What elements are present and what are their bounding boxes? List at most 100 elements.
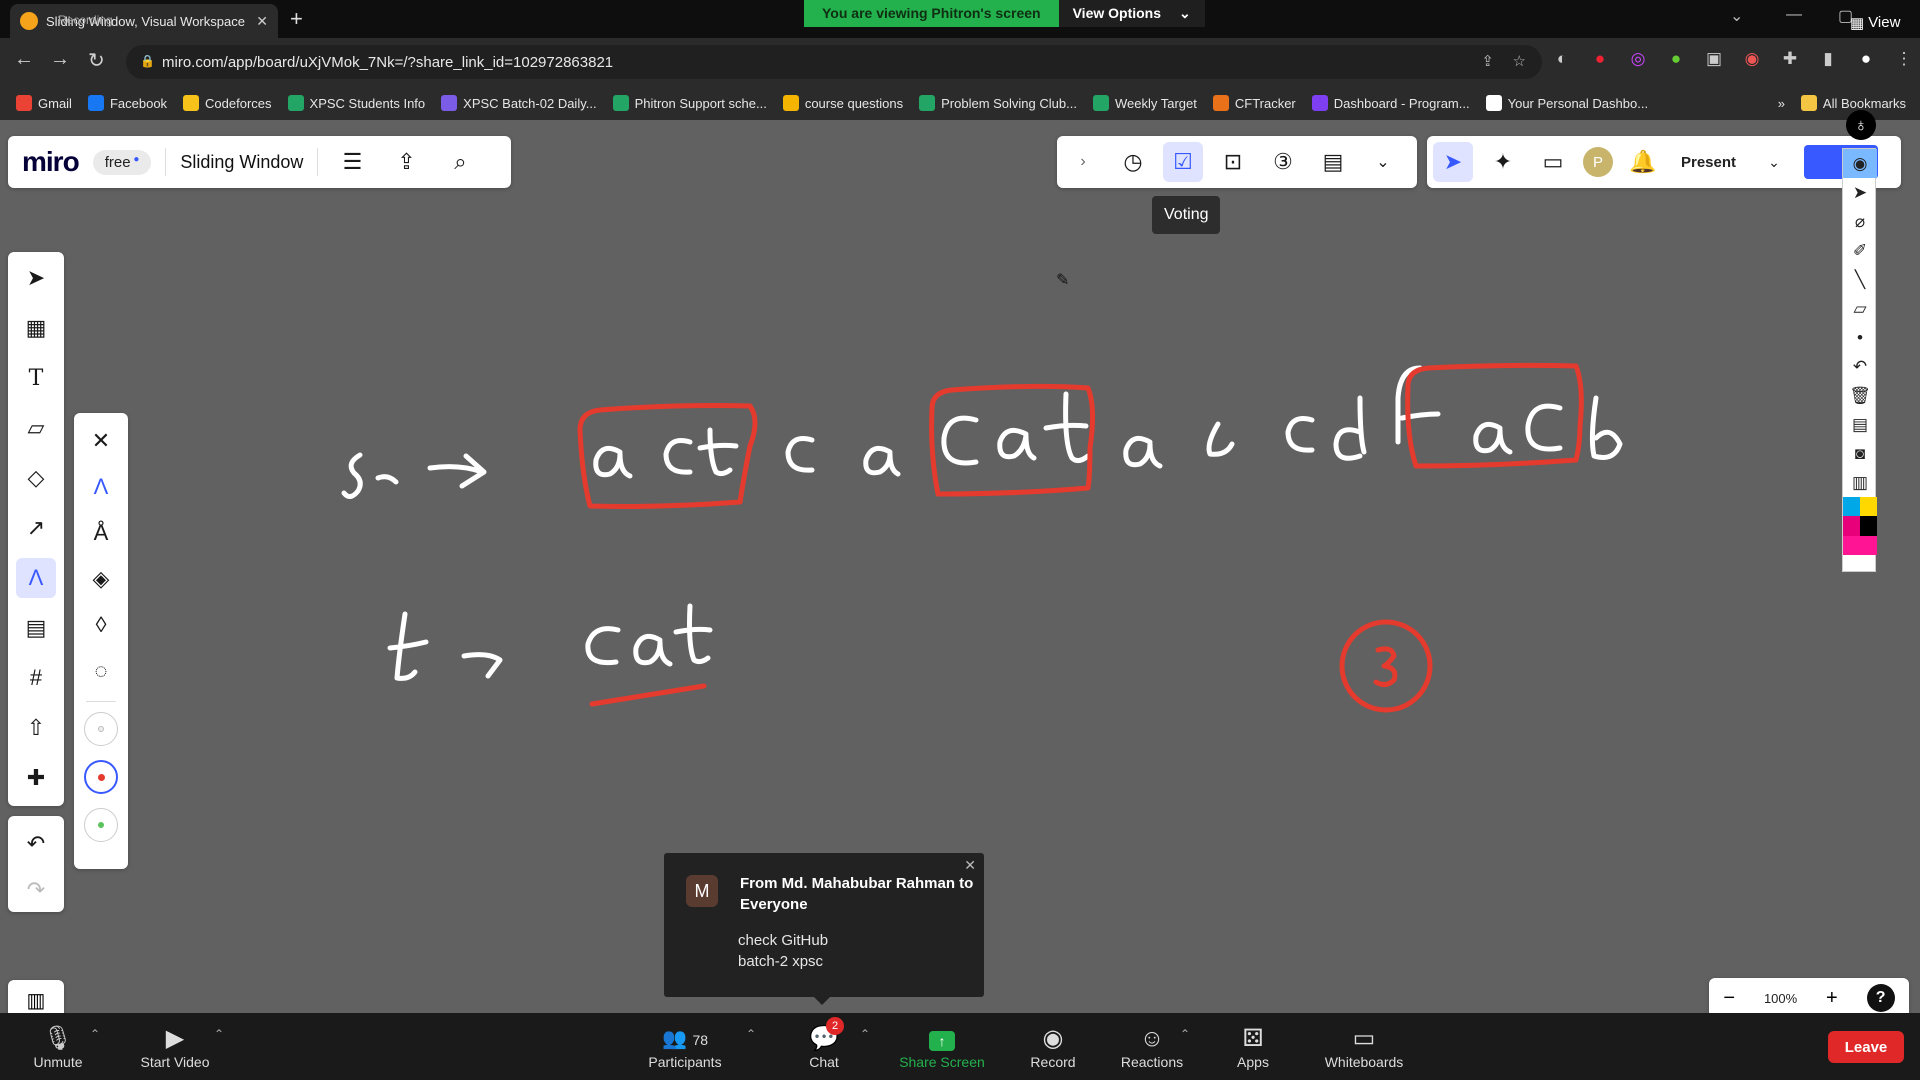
- star-icon[interactable]: ☆: [1513, 52, 1526, 70]
- share-icon[interactable]: ⇪: [1481, 52, 1494, 70]
- present-options-icon[interactable]: ⌄: [1754, 142, 1794, 182]
- cursor-follow-icon[interactable]: ➤: [1433, 142, 1473, 182]
- browser-tab[interactable]: Sliding Window, Visual Workspace f ✕: [10, 4, 278, 38]
- extension-icon[interactable]: ▣: [1702, 49, 1726, 69]
- select-icon[interactable]: ➤: [16, 258, 56, 298]
- trash-icon[interactable]: 🗑: [1843, 381, 1877, 410]
- chevron-down-icon[interactable]: ⌄: [1730, 6, 1743, 26]
- comment-icon[interactable]: ▤: [16, 608, 56, 648]
- forward-icon[interactable]: →: [50, 48, 70, 71]
- camera-icon[interactable]: ◙: [1843, 439, 1877, 468]
- export-icon[interactable]: ⇪: [386, 142, 426, 182]
- bookmark-item[interactable]: course questions: [782, 95, 903, 111]
- draw-icon[interactable]: ╲: [1843, 265, 1877, 294]
- reload-icon[interactable]: ↻: [88, 48, 105, 73]
- share-screen-button[interactable]: ↑ Share Screen: [892, 1013, 992, 1080]
- all-bookmarks-button[interactable]: All Bookmarks: [1800, 95, 1906, 111]
- whiteboards-button[interactable]: ▭ Whiteboards: [1316, 1013, 1412, 1080]
- bring-to-me-icon[interactable]: ⊡: [1213, 142, 1253, 182]
- bookmark-item[interactable]: Your Personal Dashbo...: [1485, 95, 1648, 111]
- record-button[interactable]: ◉ Record: [1020, 1013, 1086, 1080]
- shapes-icon[interactable]: ◇: [16, 458, 56, 498]
- spotlight-icon[interactable]: ⌀: [1843, 207, 1877, 236]
- bookmark-item[interactable]: Problem Solving Club...: [919, 95, 1077, 111]
- extension-icon[interactable]: ◎: [1626, 49, 1650, 69]
- bookmark-item[interactable]: XPSC Batch-02 Daily...: [441, 95, 597, 111]
- unmute-button[interactable]: 🎙 Unmute: [20, 1013, 96, 1080]
- text-icon[interactable]: T: [16, 358, 56, 398]
- close-icon[interactable]: ✕: [964, 857, 976, 874]
- chevron-up-icon[interactable]: ⌃: [1180, 1027, 1190, 1041]
- view-button[interactable]: ▦ View: [1850, 14, 1900, 32]
- chevrons-down-icon[interactable]: ⌄: [1363, 142, 1403, 182]
- undo-icon[interactable]: ↶: [16, 824, 56, 864]
- bookmark-item[interactable]: Gmail: [16, 95, 72, 111]
- menu-icon[interactable]: ☰: [332, 142, 372, 182]
- puzzle-icon[interactable]: ✚: [1778, 49, 1802, 69]
- bookmark-item[interactable]: Codeforces: [183, 95, 272, 111]
- bell-icon[interactable]: 🔔: [1623, 142, 1663, 182]
- sticky-note-icon[interactable]: ▱: [16, 408, 56, 448]
- highlighter-icon[interactable]: Å: [81, 513, 121, 553]
- extension-icon[interactable]: ◐: [1550, 49, 1574, 69]
- color-red-swatch[interactable]: [84, 760, 118, 794]
- lasso-icon[interactable]: ◌: [81, 651, 121, 691]
- bookmark-item[interactable]: Facebook: [87, 95, 167, 111]
- new-tab-button[interactable]: +: [290, 6, 303, 32]
- undo-icon[interactable]: ↶: [1843, 352, 1877, 381]
- bookmark-item[interactable]: Weekly Target: [1092, 95, 1197, 111]
- pointer-icon[interactable]: ➤: [1843, 178, 1877, 207]
- start-video-button[interactable]: ▶ Start Video: [130, 1013, 220, 1080]
- chevron-right-icon[interactable]: ›: [1063, 142, 1103, 182]
- more-apps-icon[interactable]: ✚: [16, 758, 56, 798]
- participants-button[interactable]: 👥 78 Participants: [640, 1013, 730, 1080]
- chevron-up-icon[interactable]: ⌃: [860, 1027, 870, 1041]
- voting-icon[interactable]: ☑: [1163, 142, 1203, 182]
- eraser-icon[interactable]: ◊: [81, 605, 121, 645]
- clipboard-icon[interactable]: ▥: [1843, 468, 1877, 497]
- dot-icon[interactable]: •: [1843, 323, 1877, 352]
- chevron-up-icon[interactable]: ⌃: [746, 1027, 756, 1041]
- eye-icon[interactable]: ◉: [1843, 149, 1877, 178]
- color-white-swatch[interactable]: [84, 712, 118, 746]
- profile-avatar[interactable]: ●: [1854, 49, 1878, 69]
- color-green-swatch[interactable]: [84, 808, 118, 842]
- leave-button[interactable]: Leave: [1828, 1031, 1904, 1063]
- connector-icon[interactable]: ↗: [16, 508, 56, 548]
- extension-icon[interactable]: ◉: [1740, 49, 1764, 69]
- pen-icon[interactable]: Λ: [16, 558, 56, 598]
- close-tab-icon[interactable]: ✕: [256, 13, 268, 30]
- minimize-icon[interactable]: —: [1786, 6, 1802, 24]
- celebrate-icon[interactable]: ✦: [1483, 142, 1523, 182]
- color-palette[interactable]: [1843, 497, 1877, 555]
- annotation-pin-icon[interactable]: ♁: [1846, 110, 1876, 140]
- close-icon[interactable]: ✕: [81, 421, 121, 461]
- redo-icon[interactable]: ↷: [16, 870, 56, 910]
- frame-icon[interactable]: #: [16, 658, 56, 698]
- notes-icon[interactable]: ▤: [1313, 142, 1353, 182]
- search-icon[interactable]: ⌕: [440, 142, 480, 182]
- miro-logo[interactable]: miro: [22, 146, 80, 178]
- reactions-button[interactable]: ☺ Reactions: [1116, 1013, 1188, 1080]
- board-name[interactable]: Sliding Window: [180, 152, 303, 173]
- pen-tool-icon[interactable]: Λ: [81, 467, 121, 507]
- bookmark-item[interactable]: Dashboard - Program...: [1311, 95, 1470, 111]
- view-options-button[interactable]: View Options ⌄: [1058, 0, 1205, 27]
- apps-button[interactable]: ⚄ Apps: [1230, 1013, 1276, 1080]
- smart-draw-icon[interactable]: ◈: [81, 559, 121, 599]
- bookmark-item[interactable]: XPSC Students Info: [287, 95, 425, 111]
- zoom-out-icon[interactable]: −: [1723, 987, 1735, 1010]
- chevron-up-icon[interactable]: ⌃: [90, 1027, 100, 1041]
- bookmark-item[interactable]: CFTracker: [1212, 95, 1296, 111]
- back-icon[interactable]: ←: [14, 48, 34, 71]
- present-button[interactable]: Present: [1673, 154, 1744, 171]
- more-bookmarks-button[interactable]: »: [1778, 96, 1785, 111]
- url-bar[interactable]: 🔒 miro.com/app/board/uXjVMok_7Nk=/?share…: [126, 45, 1542, 79]
- extension-icon[interactable]: ●: [1588, 49, 1612, 69]
- chevron-up-icon[interactable]: ⌃: [214, 1027, 224, 1041]
- format-icon[interactable]: ▤: [1843, 410, 1877, 439]
- bookmark-item[interactable]: Phitron Support sche...: [612, 95, 767, 111]
- plan-badge[interactable]: free ●: [92, 149, 152, 175]
- extension-icon[interactable]: ●: [1664, 49, 1688, 69]
- zoom-in-icon[interactable]: +: [1826, 987, 1838, 1010]
